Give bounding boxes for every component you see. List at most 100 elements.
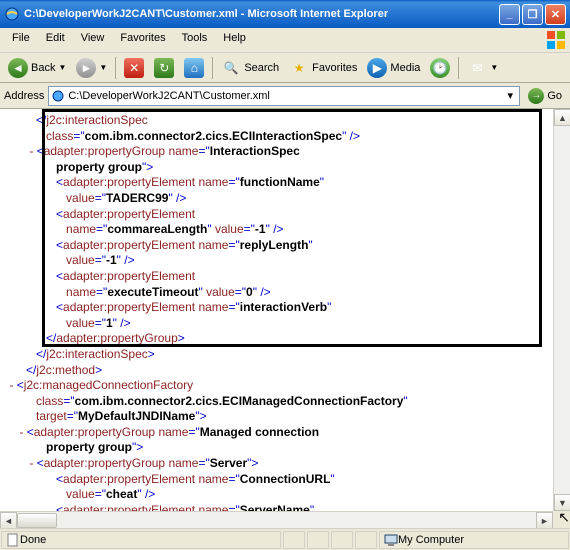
search-button[interactable]: 🔍Search: [217, 56, 283, 80]
back-label: Back: [31, 62, 55, 74]
star-icon: ★: [289, 58, 309, 78]
xml-viewer[interactable]: </j2c:interactionSpec class="com.ibm.con…: [0, 109, 570, 528]
scroll-down-button[interactable]: ▼: [554, 494, 570, 511]
titlebar: C:\DeveloperWorkJ2CANT\Customer.xml - Mi…: [0, 0, 570, 28]
xml-line: <adapter:propertyElement name="Connectio…: [6, 472, 564, 488]
separator: [212, 57, 213, 79]
maximize-button[interactable]: ❐: [522, 4, 543, 25]
xml-line: target="MyDefaultJNDIName">: [6, 409, 564, 425]
status-pane-3: [307, 531, 329, 549]
address-input[interactable]: [68, 90, 503, 102]
status-pane-4: [331, 531, 353, 549]
media-label: Media: [390, 62, 420, 74]
menu-file[interactable]: File: [4, 30, 38, 50]
collapse-toggle[interactable]: -: [29, 144, 36, 158]
xml-line: class="com.ibm.connector2.cics.ECIManage…: [6, 394, 564, 410]
xml-line: property group">: [6, 440, 564, 456]
favorites-button[interactable]: ★Favorites: [285, 56, 361, 80]
zone-text: My Computer: [398, 534, 464, 546]
media-button[interactable]: ▶Media: [363, 56, 424, 80]
scroll-thumb[interactable]: [17, 513, 57, 528]
xml-line: value="1" />: [6, 316, 564, 332]
xml-line: - <adapter:propertyGroup name="Server">: [6, 456, 564, 472]
scroll-left-button[interactable]: ◄: [0, 512, 17, 528]
xml-line: </j2c:method>: [6, 363, 564, 379]
favorites-label: Favorites: [312, 62, 357, 74]
address-bar: Address ▾ → Go: [0, 83, 570, 109]
xml-line: </adapter:propertyGroup>: [6, 331, 564, 347]
status-pane-main: Done: [1, 531, 281, 549]
collapse-toggle[interactable]: -: [9, 378, 16, 392]
stop-icon: ✕: [124, 58, 144, 78]
scroll-up-button[interactable]: ▲: [554, 109, 570, 126]
address-label: Address: [4, 90, 44, 102]
home-icon: ⌂: [184, 58, 204, 78]
address-box[interactable]: ▾: [48, 86, 520, 106]
toolbar: ◄ Back ▼ ► ▼ ✕ ↻ ⌂ 🔍Search ★Favorites ▶M…: [0, 53, 570, 83]
statusbar: Done My Computer: [0, 528, 570, 550]
search-icon: 🔍: [221, 58, 241, 78]
menu-edit[interactable]: Edit: [38, 30, 73, 50]
xml-line: - <j2c:managedConnectionFactory: [6, 378, 564, 394]
vertical-scrollbar[interactable]: ▲ ▼: [553, 109, 570, 511]
menu-favorites[interactable]: Favorites: [112, 30, 173, 50]
refresh-icon: ↻: [154, 58, 174, 78]
menubar: File Edit View Favorites Tools Help: [0, 28, 570, 53]
back-button[interactable]: ◄ Back ▼: [4, 56, 70, 80]
xml-line: <adapter:propertyElement name="interacti…: [6, 300, 564, 316]
status-text: Done: [20, 534, 46, 546]
menu-view[interactable]: View: [73, 30, 113, 50]
chevron-down-icon: ▼: [99, 63, 107, 72]
xml-line: <adapter:propertyElement name="replyLeng…: [6, 238, 564, 254]
history-icon: 🕑: [430, 58, 450, 78]
ie-page-icon: [51, 89, 65, 103]
search-label: Search: [244, 62, 279, 74]
chevron-down-icon: ▼: [490, 63, 498, 72]
media-icon: ▶: [367, 58, 387, 78]
minimize-button[interactable]: _: [499, 4, 520, 25]
xml-line: name="executeTimeout" value="0" />: [6, 285, 564, 301]
separator: [458, 57, 459, 79]
xml-line: <adapter:propertyElement: [6, 269, 564, 285]
xml-line: name="commareaLength" value="-1" />: [6, 222, 564, 238]
page-icon: [6, 533, 20, 547]
horizontal-scrollbar[interactable]: ◄ ►: [0, 511, 553, 528]
scroll-right-button[interactable]: ►: [536, 512, 553, 528]
stop-button[interactable]: ✕: [120, 56, 148, 80]
close-button[interactable]: ✕: [545, 4, 566, 25]
back-icon: ◄: [8, 58, 28, 78]
history-button[interactable]: 🕑: [426, 56, 454, 80]
collapse-toggle[interactable]: -: [19, 425, 26, 439]
collapse-toggle[interactable]: -: [29, 456, 36, 470]
xml-line: <adapter:propertyElement name="functionN…: [6, 175, 564, 191]
xml-line: <adapter:propertyElement: [6, 207, 564, 223]
window-title: C:\DeveloperWorkJ2CANT\Customer.xml - Mi…: [24, 8, 499, 20]
xml-line: </j2c:interactionSpec: [6, 113, 564, 129]
mail-button[interactable]: ✉▼: [463, 56, 502, 80]
refresh-button[interactable]: ↻: [150, 56, 178, 80]
menu-help[interactable]: Help: [215, 30, 254, 50]
xml-line: value="-1" />: [6, 253, 564, 269]
status-pane-5: [355, 531, 377, 549]
mail-icon: ✉: [467, 58, 487, 78]
xml-line: property group">: [6, 160, 564, 176]
xml-line: </j2c:interactionSpec>: [6, 347, 564, 363]
scroll-corner: [553, 511, 570, 528]
status-pane-2: [283, 531, 305, 549]
chevron-down-icon: ▼: [58, 63, 66, 72]
menu-tools[interactable]: Tools: [174, 30, 216, 50]
separator: [115, 57, 116, 79]
xml-line: value="cheat" />: [6, 487, 564, 503]
xml-line: value="TADERC99" />: [6, 191, 564, 207]
address-dropdown[interactable]: ▾: [503, 89, 517, 102]
go-label: Go: [547, 90, 562, 102]
home-button[interactable]: ⌂: [180, 56, 208, 80]
computer-icon: [384, 533, 398, 547]
forward-button[interactable]: ► ▼: [72, 56, 111, 80]
go-button[interactable]: → Go: [524, 87, 566, 105]
ie-icon: [4, 6, 20, 22]
xml-line: class="com.ibm.connector2.cics.ECIIntera…: [6, 129, 564, 145]
xml-line: - <adapter:propertyGroup name="Managed c…: [6, 425, 564, 441]
content-area: </j2c:interactionSpec class="com.ibm.con…: [0, 109, 570, 528]
xml-line: - <adapter:propertyGroup name="Interacti…: [6, 144, 564, 160]
